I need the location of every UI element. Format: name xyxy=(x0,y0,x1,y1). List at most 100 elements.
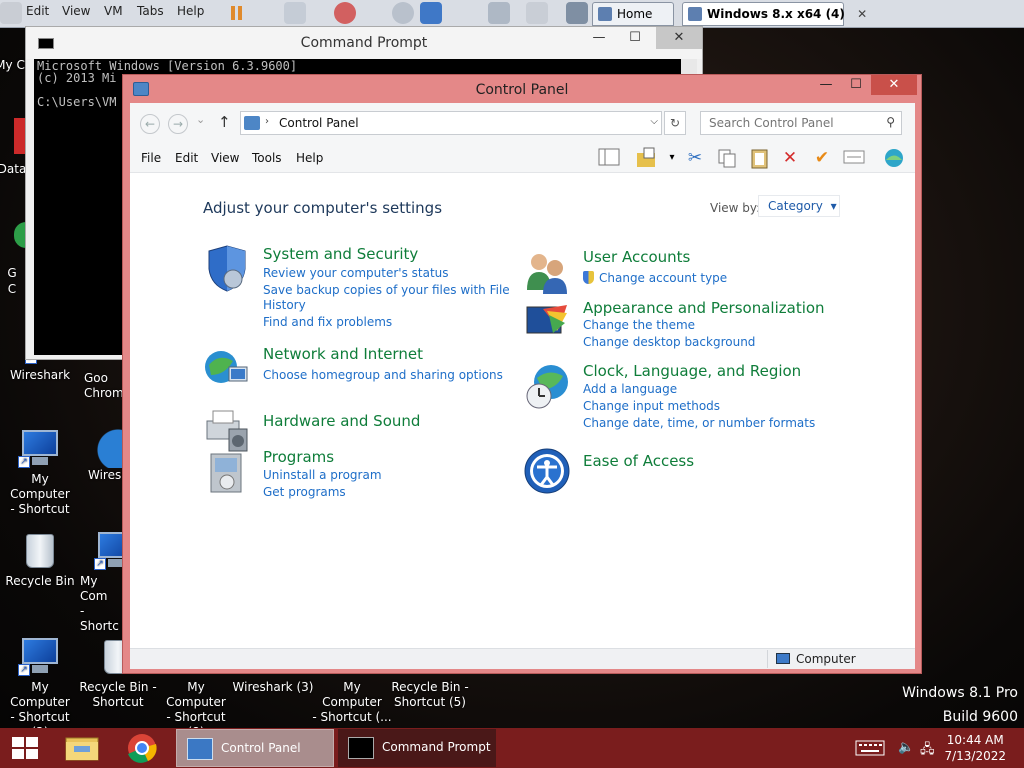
status-bar: Computer xyxy=(130,648,915,669)
close-button[interactable]: ✕ xyxy=(871,75,917,95)
chevron-down-icon[interactable]: ▾ xyxy=(660,147,684,169)
pause-icon[interactable] xyxy=(226,2,248,24)
recent-locations-button[interactable]: ⌄ xyxy=(196,113,205,126)
fullscreen-icon[interactable] xyxy=(488,2,510,24)
desktop-icon-label: - Shortcut (... xyxy=(312,710,392,724)
category-link[interactable]: Find and fix problems xyxy=(263,314,392,330)
copy-icon[interactable] xyxy=(715,147,739,169)
address-row: ← → ⌄ ↑ › Control Panel ⌵ ↻ ⚲ xyxy=(130,103,915,143)
breadcrumb[interactable]: Control Panel xyxy=(279,116,359,130)
host-menu-edit[interactable]: Edit xyxy=(26,4,49,18)
taskbar-item-command-prompt[interactable]: Command Prompt xyxy=(338,729,496,767)
network-tray-icon[interactable]: 🖧 xyxy=(920,740,935,762)
volume-muted-icon[interactable]: 🔈 xyxy=(898,740,914,755)
category-link[interactable]: Choose homegroup and sharing options xyxy=(263,367,503,383)
menu-help[interactable]: Help xyxy=(296,151,323,165)
host-menu-tabs[interactable]: Tabs xyxy=(137,4,164,18)
category-title[interactable]: Ease of Access xyxy=(583,452,694,470)
desktop-icon-recycle-bin[interactable]: Recycle Bin xyxy=(0,530,80,589)
close-icon[interactable]: ✕ xyxy=(857,7,867,21)
breadcrumb-separator[interactable]: › xyxy=(265,116,269,127)
up-button[interactable]: ↑ xyxy=(218,113,231,131)
view-icon[interactable] xyxy=(526,2,548,24)
desktop-icon-my-computer-shortcut[interactable]: ↗ My Computer - Shortcut xyxy=(0,428,80,517)
chevron-down-icon[interactable]: ⌵ xyxy=(650,116,658,127)
folder-options-icon[interactable] xyxy=(635,147,659,169)
layout-pane-icon[interactable] xyxy=(597,147,621,169)
control-panel-window[interactable]: Control Panel — ☐ ✕ ← → ⌄ ↑ › Control Pa… xyxy=(122,74,922,674)
taskbar-clock[interactable]: 10:44 AM 7/13/2022 xyxy=(944,732,1006,764)
host-tab-vm[interactable]: Windows 8.x x64 (4) ✕ xyxy=(682,2,867,26)
category-link[interactable]: Review your computer's status xyxy=(263,265,449,281)
desktop-icon-label: Shortcut xyxy=(92,695,144,709)
delete-icon[interactable]: ✕ xyxy=(778,147,802,169)
properties-icon[interactable] xyxy=(842,147,866,169)
category-title[interactable]: Clock, Language, and Region xyxy=(583,362,801,380)
control-panel-icon xyxy=(187,738,213,760)
vm-icon xyxy=(688,7,702,21)
close-button[interactable]: ✕ xyxy=(656,27,702,49)
menu-tools[interactable]: Tools xyxy=(252,151,282,165)
cmd-titlebar[interactable]: Command Prompt — ☐ ✕ xyxy=(26,27,702,59)
keyboard-icon[interactable] xyxy=(855,740,885,760)
category-link[interactable]: History xyxy=(263,297,306,313)
chrome-taskbar-icon[interactable] xyxy=(120,732,164,764)
wireshark-icon xyxy=(88,428,124,468)
desktop-icon-label: Recycle Bin - xyxy=(391,680,469,694)
desktop-icon-wireshark-partial[interactable]: Wiresh xyxy=(88,428,124,483)
host-menu-vm[interactable]: VM xyxy=(104,4,123,18)
snapshot-icon[interactable] xyxy=(334,2,356,24)
snapshot-restore-icon[interactable] xyxy=(392,2,414,24)
category-link[interactable]: Get programs xyxy=(263,484,346,500)
host-tab-home[interactable]: Home xyxy=(592,2,674,26)
category-link[interactable]: Change account type xyxy=(583,270,727,286)
desktop-icon-my-computer-2[interactable]: ↗ My Computer - Shortcut (2) xyxy=(0,636,80,740)
view-by-dropdown[interactable]: Category ▾ xyxy=(758,195,840,217)
search-input[interactable] xyxy=(707,113,877,133)
menu-file[interactable]: File xyxy=(141,151,161,165)
start-button[interactable] xyxy=(12,737,38,759)
checkmark-icon[interactable]: ✔ xyxy=(810,147,834,169)
recycle-bin-icon xyxy=(18,530,62,570)
minimize-button[interactable]: — xyxy=(811,75,841,95)
menu-edit[interactable]: Edit xyxy=(175,151,198,165)
globe-icon[interactable] xyxy=(882,147,906,169)
network-globe-icon xyxy=(205,351,248,383)
category-link[interactable]: Save backup copies of your files with Fi… xyxy=(263,282,510,298)
category-title[interactable]: Programs xyxy=(263,448,334,466)
category-title[interactable]: Network and Internet xyxy=(263,345,423,363)
category-title[interactable]: User Accounts xyxy=(583,248,690,266)
desktop-icon-label: - Shortc xyxy=(80,604,119,633)
maximize-button[interactable]: ☐ xyxy=(612,27,658,49)
category-link[interactable]: Change date, time, or number formats xyxy=(583,415,815,431)
category-link[interactable]: Change the theme xyxy=(583,317,695,333)
refresh-button[interactable]: ↻ xyxy=(664,111,686,135)
file-explorer-taskbar-icon[interactable] xyxy=(60,732,104,764)
category-link[interactable]: Change desktop background xyxy=(583,334,755,350)
cut-icon[interactable]: ✂ xyxy=(683,147,707,169)
maximize-button[interactable]: ☐ xyxy=(841,75,871,95)
host-app-icon[interactable] xyxy=(0,2,22,24)
category-link[interactable]: Change input methods xyxy=(583,398,720,414)
address-bar[interactable]: › Control Panel ⌵ xyxy=(240,111,662,135)
category-title[interactable]: Appearance and Personalization xyxy=(583,299,825,317)
back-button[interactable]: ← xyxy=(140,114,160,134)
unity-icon[interactable] xyxy=(420,2,442,24)
cp-titlebar[interactable]: Control Panel — ☐ ✕ xyxy=(123,75,921,103)
forward-button[interactable]: → xyxy=(168,114,188,134)
search-box[interactable]: ⚲ xyxy=(700,111,902,135)
library-icon[interactable] xyxy=(566,2,588,24)
category-title[interactable]: System and Security xyxy=(263,245,418,263)
search-icon[interactable]: ⚲ xyxy=(886,115,895,129)
category-title[interactable]: Hardware and Sound xyxy=(263,412,420,430)
host-menu-view[interactable]: View xyxy=(62,4,90,18)
category-link[interactable]: Add a language xyxy=(583,381,677,397)
shortcut-arrow-icon: ↗ xyxy=(18,664,30,676)
network-icon[interactable] xyxy=(284,2,306,24)
menu-view[interactable]: View xyxy=(211,151,239,165)
category-link[interactable]: Uninstall a program xyxy=(263,467,382,483)
desktop-icon-my-computer-partial[interactable]: ↗ My Com - Shortc xyxy=(80,530,122,634)
paste-icon[interactable] xyxy=(747,147,771,169)
taskbar-item-control-panel[interactable]: Control Panel xyxy=(176,729,334,767)
host-menu-help[interactable]: Help xyxy=(177,4,204,18)
